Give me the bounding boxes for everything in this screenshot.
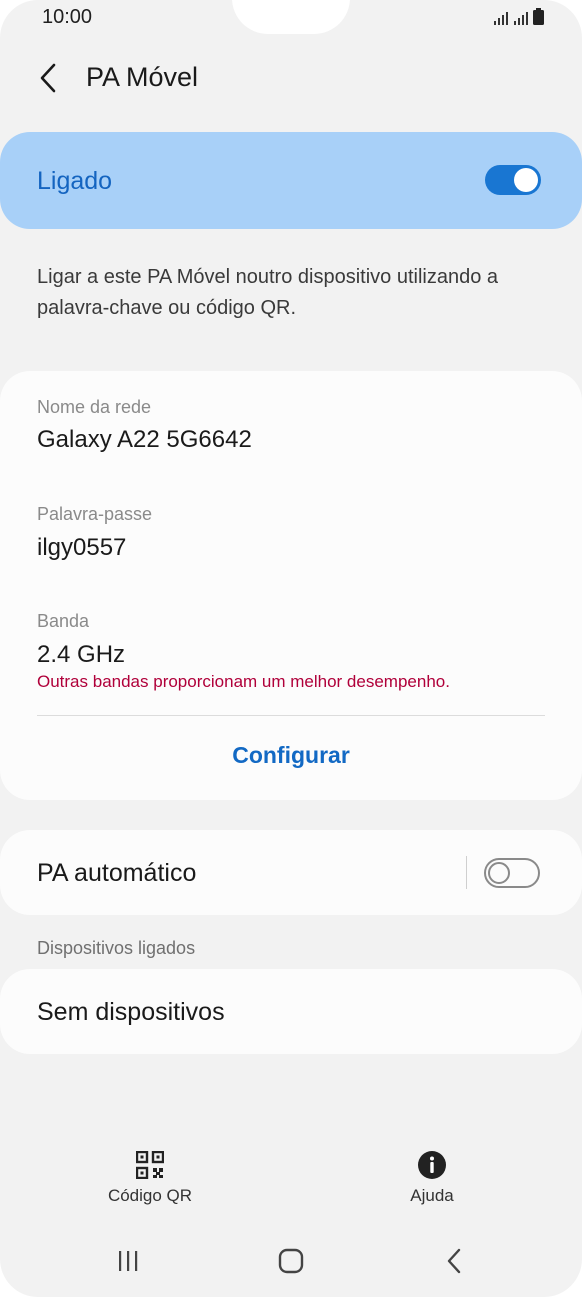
password-label: Palavra-passe xyxy=(37,504,153,524)
home-button[interactable] xyxy=(271,1246,311,1276)
back-button[interactable] xyxy=(30,60,66,96)
hotspot-switch-label: Ligado xyxy=(37,167,113,195)
recent-apps-icon xyxy=(119,1251,138,1271)
home-icon xyxy=(278,1248,304,1274)
qr-code-icon xyxy=(135,1150,165,1180)
band-warning: Outras bandas proporcionam um melhor des… xyxy=(37,672,450,691)
connected-devices-header: Dispositivos ligados xyxy=(37,938,196,958)
system-nav-bar xyxy=(0,1238,582,1283)
network-name-label: Nome da rede xyxy=(37,397,152,417)
battery-icon xyxy=(533,8,544,25)
auto-hotspot-toggle[interactable] xyxy=(484,858,540,888)
auto-hotspot-label: PA automático xyxy=(37,859,197,887)
camera-notch xyxy=(232,0,350,34)
band-label: Banda xyxy=(37,611,90,631)
back-arrow-icon xyxy=(447,1248,461,1274)
signal-icon xyxy=(494,12,508,25)
hotspot-description: Ligar a este PA Móvel noutro dispositivo… xyxy=(37,266,499,319)
qr-code-label: Código QR xyxy=(107,1186,193,1205)
toggle-knob xyxy=(488,862,510,884)
nav-back-button[interactable] xyxy=(434,1246,474,1276)
status-icons xyxy=(493,8,544,25)
page-title: PA Móvel xyxy=(86,62,199,92)
info-icon xyxy=(417,1150,447,1180)
chevron-left-icon xyxy=(40,63,56,93)
phone-screen: 10:00 PA Móvel Ligado Ligar a este PA Mó… xyxy=(0,0,582,1297)
help-label: Ajuda xyxy=(410,1186,454,1205)
network-name-value[interactable]: Galaxy A22 5G6642 xyxy=(37,426,252,454)
qr-code-button[interactable]: Código QR xyxy=(100,1150,200,1206)
toggle-knob xyxy=(514,168,538,192)
signal-icon xyxy=(514,12,528,25)
recent-apps-button[interactable] xyxy=(108,1246,148,1276)
hotspot-toggle[interactable] xyxy=(485,165,541,195)
no-devices-label: Sem dispositivos xyxy=(37,998,225,1026)
band-value[interactable]: 2.4 GHz xyxy=(37,641,125,669)
password-value[interactable]: ilgy0557 xyxy=(37,534,126,562)
vertical-divider xyxy=(466,856,467,889)
configure-button[interactable]: Configurar xyxy=(0,742,582,769)
help-button[interactable]: Ajuda xyxy=(382,1150,482,1206)
divider xyxy=(37,715,545,716)
status-time: 10:00 xyxy=(42,6,93,28)
